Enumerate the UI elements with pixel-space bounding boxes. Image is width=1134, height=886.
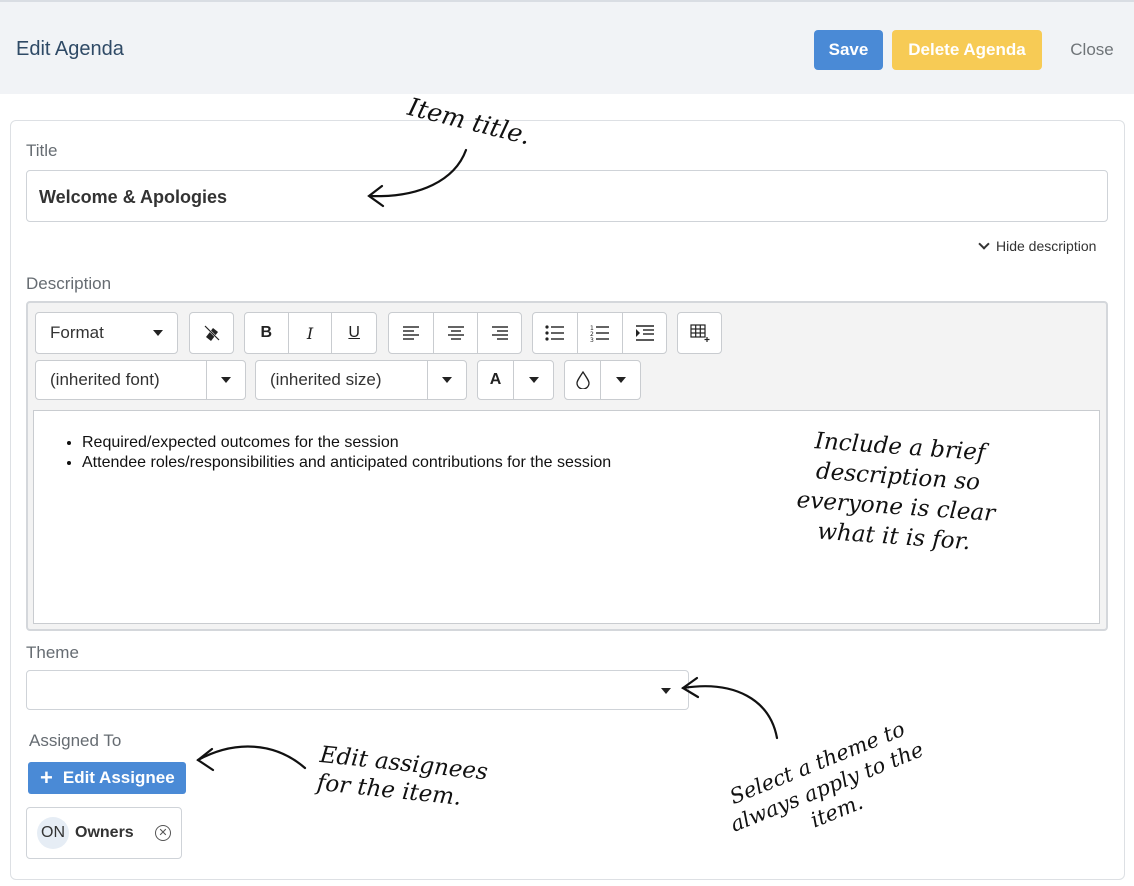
chevron-down-icon (978, 238, 990, 250)
text-style-group: B I U (244, 312, 377, 354)
assignee-name: Owners (75, 824, 134, 841)
drop-icon[interactable] (565, 361, 601, 399)
assignee-chip: ON Owners ✕ (26, 807, 182, 859)
font-size-value: (inherited size) (270, 370, 382, 389)
save-button[interactable]: Save (814, 30, 883, 70)
avatar: ON (37, 817, 69, 849)
close-button[interactable]: Close (1062, 30, 1122, 70)
italic-icon[interactable]: I (289, 313, 333, 353)
align-right-icon[interactable] (478, 313, 521, 353)
description-label: Description (26, 274, 112, 293)
hide-description-toggle[interactable]: Hide description (978, 238, 1097, 254)
format-select-value: Format (50, 323, 104, 342)
plus-icon: + (40, 765, 53, 790)
description-annotation: Include a brief description so everyone … (795, 428, 997, 556)
edit-assignee-button[interactable]: + Edit Assignee (28, 762, 186, 794)
font-color-dropdown[interactable] (514, 361, 553, 399)
indent-icon[interactable] (623, 313, 666, 353)
page-title: Edit Agenda (16, 38, 124, 60)
theme-select[interactable] (26, 670, 689, 710)
title-input[interactable]: Welcome & Apologies (26, 170, 1108, 222)
align-group (388, 312, 522, 354)
remove-icon[interactable]: ✕ (155, 825, 171, 841)
insert-table-icon[interactable] (678, 313, 721, 353)
font-color-control: A (477, 360, 554, 400)
bold-icon[interactable]: B (245, 313, 289, 353)
background-color-control (564, 360, 641, 400)
caret-down-icon (661, 688, 671, 694)
assigned-to-label: Assigned To (29, 731, 122, 750)
list-group: 123 (532, 312, 667, 354)
theme-label: Theme (26, 643, 79, 662)
align-center-icon[interactable] (434, 313, 479, 353)
hide-description-label: Hide description (996, 238, 1097, 254)
caret-down-icon (442, 377, 452, 383)
underline-icon[interactable]: U (332, 313, 376, 353)
font-family-value: (inherited font) (50, 370, 160, 389)
format-select[interactable]: Format (35, 312, 178, 354)
delete-agenda-button[interactable]: Delete Agenda (892, 30, 1042, 70)
background-color-dropdown[interactable] (601, 361, 640, 399)
clear-format-group (189, 312, 234, 354)
caret-down-icon (153, 330, 163, 336)
numbered-list-icon[interactable]: 123 (578, 313, 623, 353)
header-bar: Edit Agenda Save Delete Agenda Close (0, 0, 1134, 94)
bullet-list-icon[interactable] (533, 313, 578, 353)
table-group (677, 312, 722, 354)
caret-down-icon (221, 377, 231, 383)
svg-text:3: 3 (590, 337, 594, 342)
caret-down-icon (615, 377, 626, 383)
font-family-select[interactable]: (inherited font) (35, 360, 246, 400)
align-left-icon[interactable] (389, 313, 434, 353)
caret-down-icon (528, 377, 539, 383)
edit-assignee-label: Edit Assignee (62, 768, 175, 787)
font-color-icon[interactable]: A (478, 361, 514, 399)
title-label: Title (26, 141, 58, 160)
font-size-select[interactable]: (inherited size) (255, 360, 467, 400)
clear-formatting-icon[interactable] (190, 313, 233, 353)
